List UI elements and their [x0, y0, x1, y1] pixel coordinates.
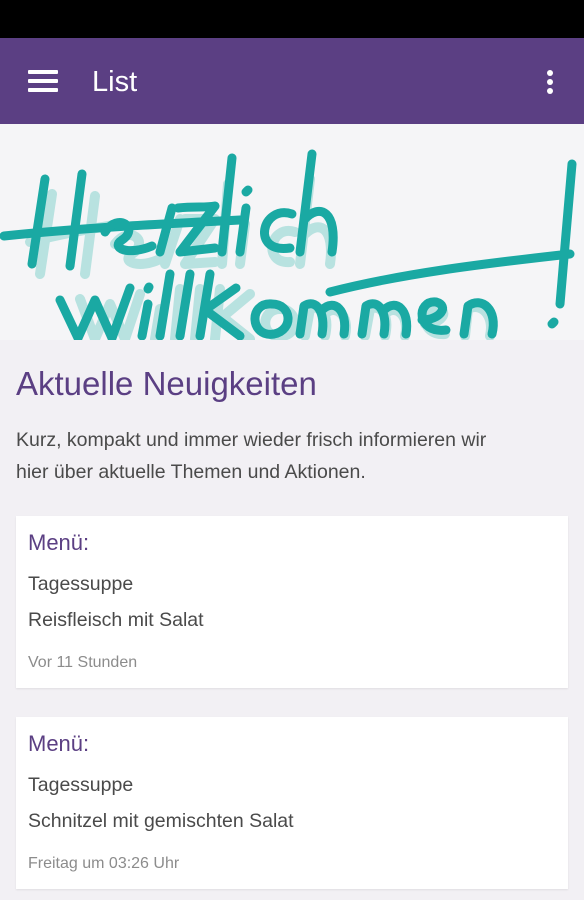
app-bar: List — [0, 38, 584, 124]
news-card-line: Tagessuppe — [28, 774, 134, 796]
news-card-title: Menü: — [28, 731, 90, 756]
welcome-banner — [0, 124, 584, 340]
news-card-timestamp: Freitag um 03:26 Uhr — [28, 855, 180, 872]
news-card-title: Menü: — [28, 530, 90, 555]
app-title: List — [92, 66, 138, 98]
welcome-handwriting-graphic — [0, 149, 577, 340]
intro-line-1: Kurz, kompakt und immer wieder frisch in… — [16, 429, 487, 451]
more-vertical-icon[interactable] — [533, 64, 567, 100]
news-card-line: Tagessuppe — [28, 573, 134, 595]
news-card-timestamp: Vor 11 Stunden — [28, 654, 138, 671]
news-card-line: Reisfleisch mit Salat — [28, 609, 204, 631]
intro-text: Kurz, kompakt und immer wieder frisch in… — [16, 424, 566, 488]
status-bar — [0, 0, 584, 38]
news-section: Aktuelle Neuigkeiten Kurz, kompakt und i… — [0, 340, 584, 900]
section-title: Aktuelle Neuigkeiten — [16, 365, 317, 402]
news-card[interactable]: Menü: Tagessuppe Reisfleisch mit Salat V… — [16, 516, 568, 688]
news-card[interactable]: Menü: Tagessuppe Schnitzel mit gemischte… — [16, 717, 568, 889]
news-card-line: Schnitzel mit gemischten Salat — [28, 810, 294, 832]
intro-line-2: hier über aktuelle Themen und Aktionen. — [16, 461, 366, 483]
hamburger-menu-icon[interactable] — [22, 65, 64, 97]
